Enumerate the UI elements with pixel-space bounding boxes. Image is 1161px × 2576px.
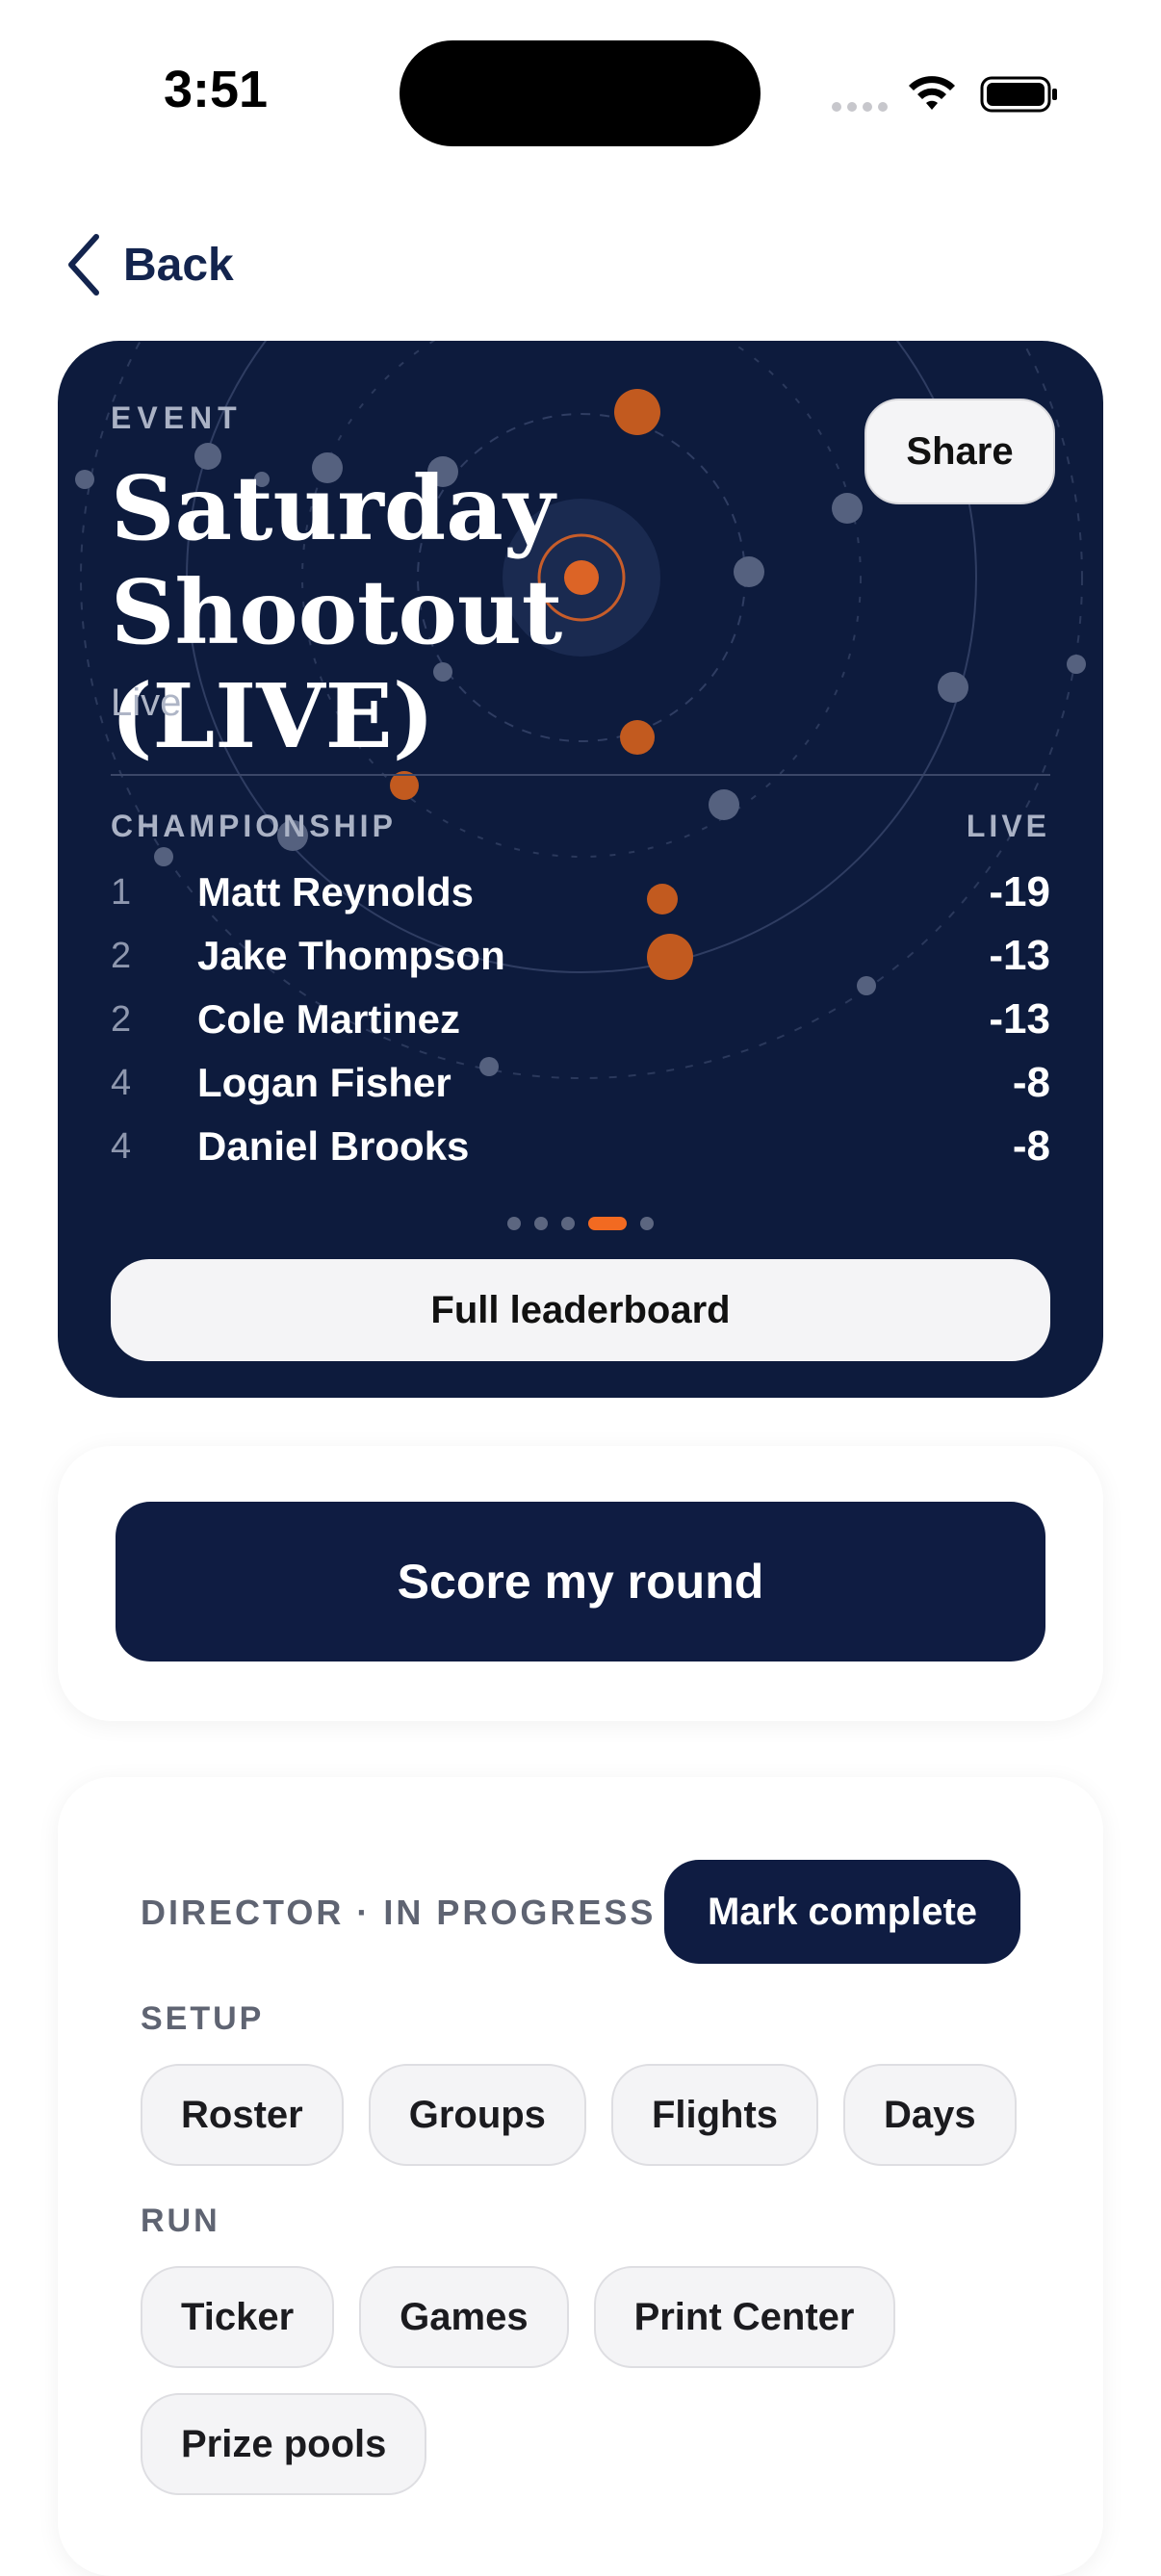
- share-button[interactable]: Share: [864, 399, 1055, 504]
- leaderboard-row: 2 Jake Thompson -13: [111, 924, 1050, 988]
- page-dot[interactable]: [640, 1217, 654, 1230]
- chip-flights[interactable]: Flights: [610, 2064, 819, 2166]
- chip-prize-pools[interactable]: Prize pools: [141, 2393, 427, 2495]
- page-dot[interactable]: [534, 1217, 548, 1230]
- event-status: Live: [111, 682, 182, 724]
- position: 1: [111, 871, 132, 913]
- leaderboard-header: CHAMPIONSHIP LIVE: [111, 809, 1050, 844]
- position: 4: [111, 1125, 132, 1167]
- chip-days[interactable]: Days: [843, 2064, 1017, 2166]
- battery-icon: [980, 76, 1057, 113]
- chip-print-center[interactable]: Print Center: [593, 2266, 895, 2368]
- chip-roster[interactable]: Roster: [141, 2064, 344, 2166]
- player-score: -13: [989, 995, 1050, 1043]
- event-title: Saturday Shootout (LIVE): [111, 456, 563, 768]
- player-name: Daniel Brooks: [197, 1123, 470, 1169]
- chip-ticker[interactable]: Ticker: [141, 2266, 335, 2368]
- chip-games[interactable]: Games: [359, 2266, 569, 2368]
- player-name: Logan Fisher: [197, 1060, 452, 1105]
- leaderboard-list: 1 Matt Reynolds -19 2 Jake Thompson -13 …: [111, 861, 1050, 1178]
- chip-groups[interactable]: Groups: [368, 2064, 586, 2166]
- director-status: DIRECTOR · IN PROGRESS: [141, 1893, 657, 1932]
- event-kicker: EVENT: [111, 400, 243, 435]
- back-button[interactable]: Back: [64, 231, 234, 298]
- divider: [111, 774, 1050, 776]
- leaderboard-row: 1 Matt Reynolds -19: [111, 861, 1050, 924]
- leaderboard-row: 4 Logan Fisher -8: [111, 1051, 1050, 1115]
- page-indicator[interactable]: [58, 1217, 1103, 1230]
- mark-complete-button[interactable]: Mark complete: [664, 1860, 1020, 1964]
- position: 2: [111, 998, 132, 1040]
- player-score: -8: [1012, 1059, 1050, 1106]
- status-time: 3:51: [164, 61, 269, 118]
- score-card: Score my round: [58, 1446, 1103, 1721]
- cellular-signal-icon: [832, 102, 888, 112]
- director-card: DIRECTOR · IN PROGRESS Mark complete SET…: [58, 1777, 1103, 2576]
- dynamic-island: [400, 40, 761, 146]
- leaderboard-row: 4 Daniel Brooks -8: [111, 1115, 1050, 1178]
- run-chips: Ticker Games Print Center Prize pools: [141, 2266, 1045, 2495]
- setup-chips: Roster Groups Flights Days: [141, 2064, 1045, 2166]
- chevron-left-icon: [68, 234, 99, 296]
- player-score: -19: [989, 868, 1050, 915]
- leaderboard-state: LIVE: [966, 809, 1050, 843]
- player-name: Jake Thompson: [197, 933, 505, 978]
- leaderboard-row: 2 Cole Martinez -13: [111, 988, 1050, 1051]
- player-score: -13: [989, 932, 1050, 979]
- page-dot[interactable]: [561, 1217, 575, 1230]
- page-dot[interactable]: [507, 1217, 521, 1230]
- page-dot-active[interactable]: [588, 1217, 627, 1230]
- back-label: Back: [123, 239, 234, 291]
- player-name: Matt Reynolds: [197, 869, 475, 914]
- player-score: -8: [1012, 1122, 1050, 1170]
- setup-section-label: SETUP: [141, 2000, 265, 2037]
- event-card: EVENT Saturday Shootout (LIVE) Live Shar…: [58, 341, 1103, 1398]
- full-leaderboard-button[interactable]: Full leaderboard: [111, 1259, 1050, 1361]
- score-my-round-button[interactable]: Score my round: [116, 1502, 1045, 1662]
- player-name: Cole Martinez: [197, 996, 461, 1042]
- position: 4: [111, 1062, 132, 1103]
- leaderboard-label: CHAMPIONSHIP: [111, 809, 397, 843]
- run-section-label: RUN: [141, 2202, 220, 2239]
- wifi-icon: [909, 76, 955, 110]
- position: 2: [111, 935, 132, 976]
